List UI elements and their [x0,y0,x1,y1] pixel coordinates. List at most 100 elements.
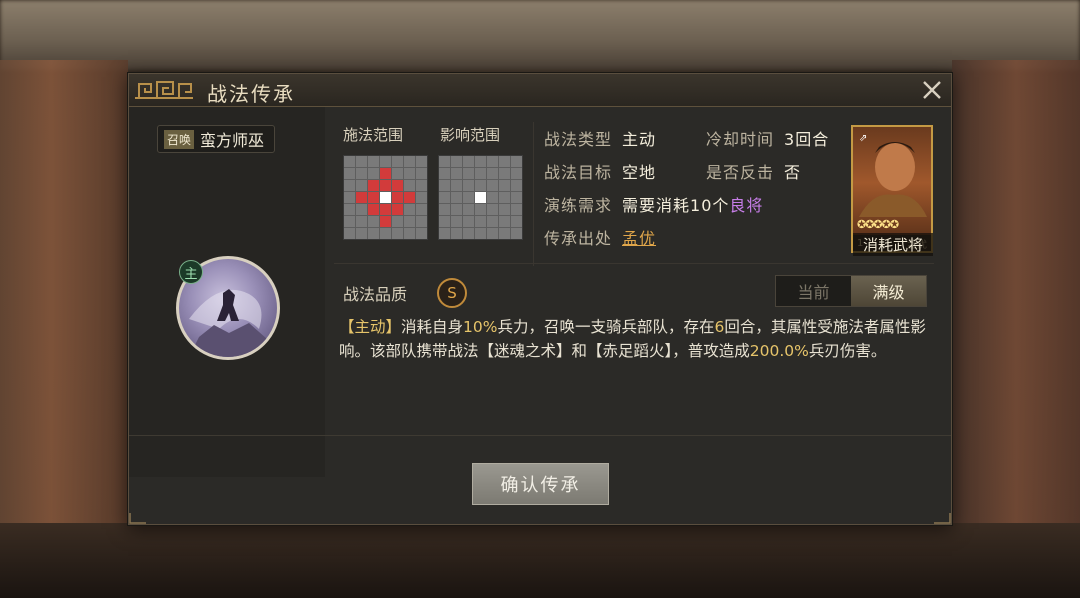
tactic-description: 【主动】消耗自身10%兵力，召唤一支骑兵部队，存在6回合，其属性受施法者属性影响… [339,318,926,360]
divider [533,122,534,266]
range-cell [344,204,355,215]
range-cell [356,180,367,191]
range-cell [380,156,391,167]
range-cell [404,168,415,179]
range-cell [511,216,522,227]
range-cell [368,216,379,227]
tactic-inherit-dialog: 战法传承 召唤 蛮方师巫 主 施法范围 影响范围 战法类型 主动 冷却时间 3回合 … [128,73,952,525]
range-cell [475,180,486,191]
range-cell [499,204,510,215]
range-cell [344,228,355,239]
range-cell [499,180,510,191]
corner-ornament-icon [934,513,951,524]
range-cell [487,156,498,167]
range-cell [356,192,367,203]
range-cell [511,204,522,215]
dialog-title: 战法传承 [207,82,295,106]
range-cell [463,180,474,191]
range-cell [392,204,403,215]
range-cell [439,168,450,179]
range-cell [475,204,486,215]
range-cell [499,216,510,227]
cast-range-grid [343,155,428,240]
range-cell [499,228,510,239]
range-cell [404,216,415,227]
source-general-link[interactable]: 孟优 [622,229,656,248]
range-cell [475,216,486,227]
range-cell [487,204,498,215]
range-cell [463,192,474,203]
range-cell [451,156,462,167]
range-cell [368,192,379,203]
range-cell [404,156,415,167]
range-cell [511,156,522,167]
background-top [0,0,1080,70]
range-cell [487,216,498,227]
tab-max-level[interactable]: 满级 [851,276,926,306]
range-cell [380,180,391,191]
effect-range-grid [438,155,523,240]
range-cell [463,156,474,167]
range-cell [392,180,403,191]
general-portrait-icon: ⇗ [859,133,927,217]
range-cell [356,228,367,239]
range-cell [416,192,427,203]
range-cell [368,180,379,191]
range-cell [439,180,450,191]
range-cell [356,168,367,179]
range-cell [368,204,379,215]
range-cell [511,180,522,191]
range-cell [463,228,474,239]
range-cell [368,168,379,179]
background-right [952,60,1080,598]
range-cell [344,192,355,203]
range-cell [475,228,486,239]
practice-requirement: 演练需求 需要消耗10个良将 [544,196,764,215]
confirm-inherit-button[interactable]: 确认传承 [472,463,609,505]
range-cell [380,204,391,215]
corner-ornament-icon [129,513,146,524]
range-cell [356,216,367,227]
quality-grade-badge: S [437,278,467,308]
range-cell [475,168,486,179]
card-stars: ✪✪✪✪✪ [857,218,899,231]
range-cell [380,216,391,227]
title-bar: 战法传承 [129,74,951,107]
range-cell [416,156,427,167]
range-cell [439,192,450,203]
range-cell [344,216,355,227]
range-cell [416,168,427,179]
range-cell [380,228,391,239]
range-cell [463,204,474,215]
tab-current[interactable]: 当前 [776,276,851,306]
range-cell [451,180,462,191]
range-cell [511,192,522,203]
range-cell [487,180,498,191]
summon-tag: 召唤 蛮方师巫 [157,125,276,153]
range-cell [392,192,403,203]
divider [334,263,934,264]
range-cell [499,192,510,203]
range-cell [392,168,403,179]
main-mark-badge: 主 [179,260,203,284]
range-cell [368,228,379,239]
range-cell [416,216,427,227]
range-cell [344,168,355,179]
range-cell [344,156,355,167]
range-cell [439,156,450,167]
range-cell [392,156,403,167]
range-cell [451,228,462,239]
range-cell [416,228,427,239]
range-cell [451,204,462,215]
summon-name: 蛮方师巫 [200,131,265,150]
svg-text:⇗: ⇗ [859,133,867,144]
cooldown: 冷却时间 3回合 [706,130,830,149]
range-cell [392,216,403,227]
range-cell [416,180,427,191]
close-icon[interactable] [919,77,945,103]
level-toggle: 当前 满级 [775,275,927,307]
background-left [0,60,128,598]
range-cell [356,204,367,215]
range-cell [511,228,522,239]
range-cell [344,180,355,191]
